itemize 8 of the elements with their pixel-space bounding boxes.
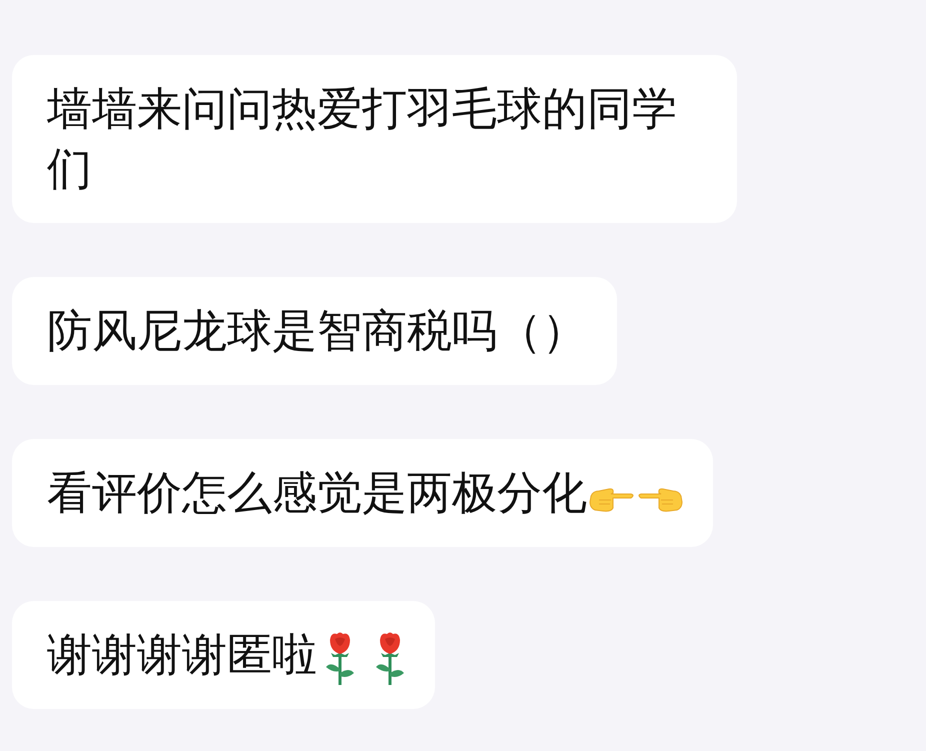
- rose-icon: [375, 630, 405, 685]
- message-text: 防风尼龙球是智商税吗（）: [47, 303, 587, 359]
- hand-pointing-right-icon: [589, 486, 635, 512]
- message-text: 墙墙来问问热爱打羽毛球的同学们: [47, 81, 678, 197]
- message-text: 谢谢谢谢匿啦: [47, 627, 317, 683]
- hand-pointing-left-icon: [637, 486, 683, 512]
- rose-icon: [325, 630, 355, 685]
- message-text: 看评价怎么感觉是两极分化: [47, 465, 587, 521]
